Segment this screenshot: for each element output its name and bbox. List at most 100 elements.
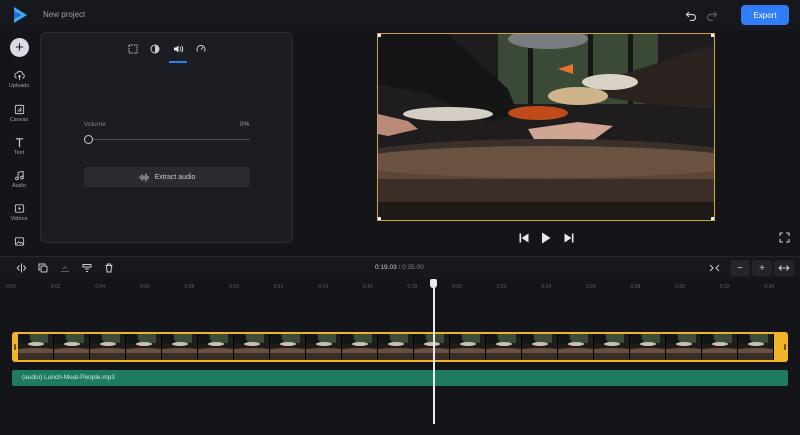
expand-icon	[778, 265, 790, 271]
sidebar-item-canvas[interactable]: Canvas	[0, 104, 38, 123]
resize-handle[interactable]	[378, 217, 381, 220]
active-tab-indicator	[169, 61, 187, 63]
tab-adjust[interactable]	[147, 41, 163, 57]
plus-icon: +	[759, 262, 765, 274]
play-icon[interactable]	[541, 232, 551, 244]
video-thumbnail	[630, 334, 666, 360]
ruler-tick-label: 0:28	[630, 284, 641, 290]
expand-timeline-button[interactable]	[774, 260, 794, 276]
export-button[interactable]: Export	[741, 5, 789, 25]
audio-clip[interactable]: (audio) Lunch-Meal-People.mp3	[12, 370, 788, 386]
sidebar-item-videos[interactable]: Videos	[0, 203, 38, 222]
tab-volume[interactable]	[170, 41, 186, 57]
clip-trim-handle-right[interactable]	[784, 344, 786, 350]
timeline-toolbar: 0:19.03 / 0:35.00 − +	[0, 256, 800, 278]
sidebar-item-label: Canvas	[9, 117, 29, 123]
ruler-tick-label: 0:06	[139, 284, 150, 290]
split-button[interactable]	[15, 262, 27, 274]
ruler-tick-label: 0:32	[719, 284, 730, 290]
timeline-ruler[interactable]: 0:00 0:02 0:04 0:06 0:08 0:10 0:12 0:14 0:16 0:18…	[0, 278, 800, 298]
video-frame-image	[378, 34, 714, 220]
clip-trim-handle-left[interactable]	[14, 344, 16, 350]
undo-icon[interactable]	[685, 9, 697, 21]
fit-icon	[709, 264, 719, 272]
ruler-tick-label: 0:16	[362, 284, 373, 290]
resize-handle[interactable]	[711, 217, 714, 220]
volume-value: 0%	[240, 121, 250, 128]
image-icon	[14, 237, 24, 246]
resize-handle[interactable]	[378, 34, 381, 37]
video-thumbnail	[126, 334, 162, 360]
delete-button[interactable]	[103, 262, 115, 274]
video-thumbnail	[414, 334, 450, 360]
video-icon	[14, 204, 24, 213]
skip-forward-icon[interactable]	[564, 232, 574, 244]
ruler-tick-label: 0:12	[273, 284, 284, 290]
sidebar-item-audio[interactable]: Audio	[0, 170, 38, 189]
fullscreen-icon[interactable]	[779, 232, 790, 243]
current-time: 0:19.03	[375, 264, 397, 271]
add-media-button[interactable]: +	[10, 38, 29, 57]
volume-label: Volume	[84, 121, 106, 128]
playhead-handle[interactable]	[430, 279, 437, 288]
text-icon	[15, 138, 23, 148]
ruler-tick-label: 0:10	[229, 284, 239, 290]
ruler-tick-label: 0:00	[6, 284, 16, 290]
duplicate-icon	[38, 263, 48, 273]
extract-audio-button[interactable]: Extract audio	[84, 167, 250, 187]
ruler-tick-label: 0:02	[50, 284, 61, 290]
top-bar: New project Export	[0, 0, 800, 30]
video-thumbnail-strip	[18, 334, 782, 360]
skip-back-icon[interactable]	[519, 232, 529, 244]
total-time: 0:35.00	[402, 264, 424, 271]
layers-button[interactable]	[81, 262, 93, 274]
video-thumbnail	[270, 334, 306, 360]
timecode: 0:19.03 / 0:35.00	[375, 264, 424, 271]
video-thumbnail	[234, 334, 270, 360]
detach-icon	[61, 265, 69, 272]
sidebar-item-label: Text	[13, 150, 25, 156]
video-thumbnail	[738, 334, 774, 360]
zoom-in-button[interactable]: +	[752, 260, 772, 276]
sidebar-item-uploads[interactable]: Uploads	[0, 70, 38, 89]
sidebar: + Uploads Canvas Text Audio Videos	[0, 30, 38, 252]
sidebar-item-label: Audio	[11, 183, 27, 189]
app-logo-icon[interactable]	[12, 6, 28, 24]
video-preview[interactable]	[377, 33, 715, 221]
minus-icon: −	[737, 262, 743, 274]
ruler-tick-label: 0:24	[541, 284, 552, 290]
ruler-tick-label: 0:22	[496, 284, 507, 290]
music-note-icon	[14, 170, 24, 181]
ruler-tick-label: 0:30	[675, 284, 685, 290]
playhead[interactable]	[433, 284, 435, 424]
tab-crop[interactable]	[125, 41, 141, 57]
split-icon	[16, 263, 26, 273]
extract-audio-label: Extract audio	[154, 173, 196, 181]
canvas-icon	[14, 104, 24, 115]
sidebar-item-images[interactable]	[0, 236, 38, 247]
ruler-tick-label: 0:14	[318, 284, 329, 290]
duplicate-button[interactable]	[37, 262, 49, 274]
project-title[interactable]: New project	[43, 10, 85, 19]
sidebar-item-text[interactable]: Text	[0, 137, 38, 156]
volume-slider-thumb[interactable]	[84, 135, 93, 144]
video-thumbnail	[486, 334, 522, 360]
resize-handle[interactable]	[711, 34, 714, 37]
video-thumbnail	[90, 334, 126, 360]
video-thumbnail	[450, 334, 486, 360]
fit-timeline-button[interactable]	[708, 262, 720, 274]
sidebar-item-label: Uploads	[8, 83, 30, 89]
speed-icon	[196, 44, 206, 52]
video-thumbnail	[666, 334, 702, 360]
volume-slider-track[interactable]	[88, 139, 250, 140]
zoom-out-button[interactable]: −	[730, 260, 750, 276]
volume-icon	[173, 45, 183, 53]
plus-icon: +	[15, 39, 24, 56]
detach-audio-button[interactable]	[59, 262, 71, 274]
video-thumbnail	[342, 334, 378, 360]
tab-speed[interactable]	[193, 41, 209, 57]
upload-icon	[13, 71, 25, 81]
crop-icon	[128, 44, 138, 54]
redo-icon[interactable]	[706, 9, 718, 21]
video-clip[interactable]	[12, 332, 788, 362]
